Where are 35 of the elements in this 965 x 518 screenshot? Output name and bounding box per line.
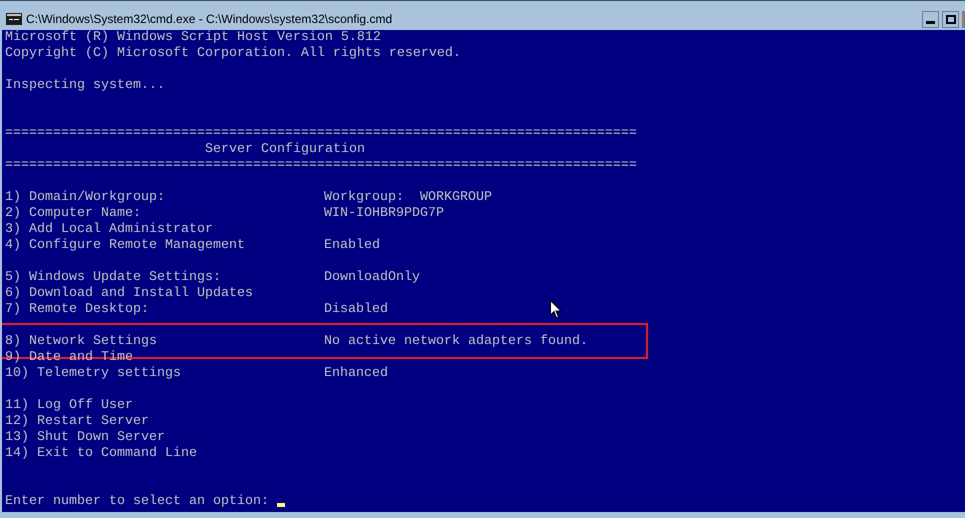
console-text: Microsoft (R) Windows Script Host Version 5.812 bbox=[5, 30, 381, 45]
console-text: Copyright (C) Microsoft Corporation. All rights reserved. bbox=[5, 46, 461, 61]
maximize-button[interactable] bbox=[942, 11, 959, 28]
menu-option: 7) Remote Desktop: bbox=[5, 302, 324, 318]
option-value: Disabled bbox=[324, 302, 388, 318]
menu-option: 4) Configure Remote Management bbox=[5, 238, 324, 254]
minimize-icon bbox=[926, 20, 935, 24]
menu-option: 3) Add Local Administrator bbox=[5, 222, 324, 238]
mouse-pointer-icon bbox=[550, 300, 562, 319]
menu-option: 12) Restart Server bbox=[5, 414, 324, 430]
option-value: Enhanced bbox=[324, 366, 388, 382]
menu-option: 2) Computer Name: bbox=[5, 206, 324, 222]
option-value: DownloadOnly bbox=[324, 270, 420, 286]
menu-option: 11) Log Off User bbox=[5, 398, 324, 414]
menu-option: 5) Windows Update Settings: bbox=[5, 270, 324, 286]
text-cursor bbox=[276, 503, 285, 507]
menu-option: 13) Shut Down Server bbox=[5, 430, 324, 446]
menu-heading: Server Configuration bbox=[205, 142, 365, 157]
menu-option: 1) Domain/Workgroup: bbox=[5, 190, 324, 206]
separator-rule: =============================================================================== bbox=[5, 126, 637, 141]
menu-option: 10) Telemetry settings bbox=[5, 366, 324, 382]
option-value: No active network adapters found. bbox=[324, 334, 588, 350]
minimize-button[interactable] bbox=[922, 11, 939, 28]
separator-rule: =============================================================================== bbox=[5, 158, 637, 173]
input-prompt: Enter number to select an option: bbox=[5, 494, 269, 509]
option-value: Enabled bbox=[324, 238, 380, 254]
menu-option: 6) Download and Install Updates bbox=[5, 286, 324, 302]
menu-option: 8) Network Settings bbox=[5, 334, 324, 350]
maximize-icon bbox=[946, 14, 956, 24]
console-app-icon bbox=[6, 13, 22, 25]
option-value: WIN-IOHBR9PDG7P bbox=[324, 206, 444, 222]
menu-option: 14) Exit to Command Line bbox=[5, 446, 324, 462]
status-text: Inspecting system... bbox=[5, 78, 165, 93]
window-title: C:\Windows\System32\cmd.exe - C:\Windows\system32\sconfig.cmd bbox=[26, 11, 392, 27]
option-value: Workgroup: WORKGROUP bbox=[324, 190, 492, 206]
